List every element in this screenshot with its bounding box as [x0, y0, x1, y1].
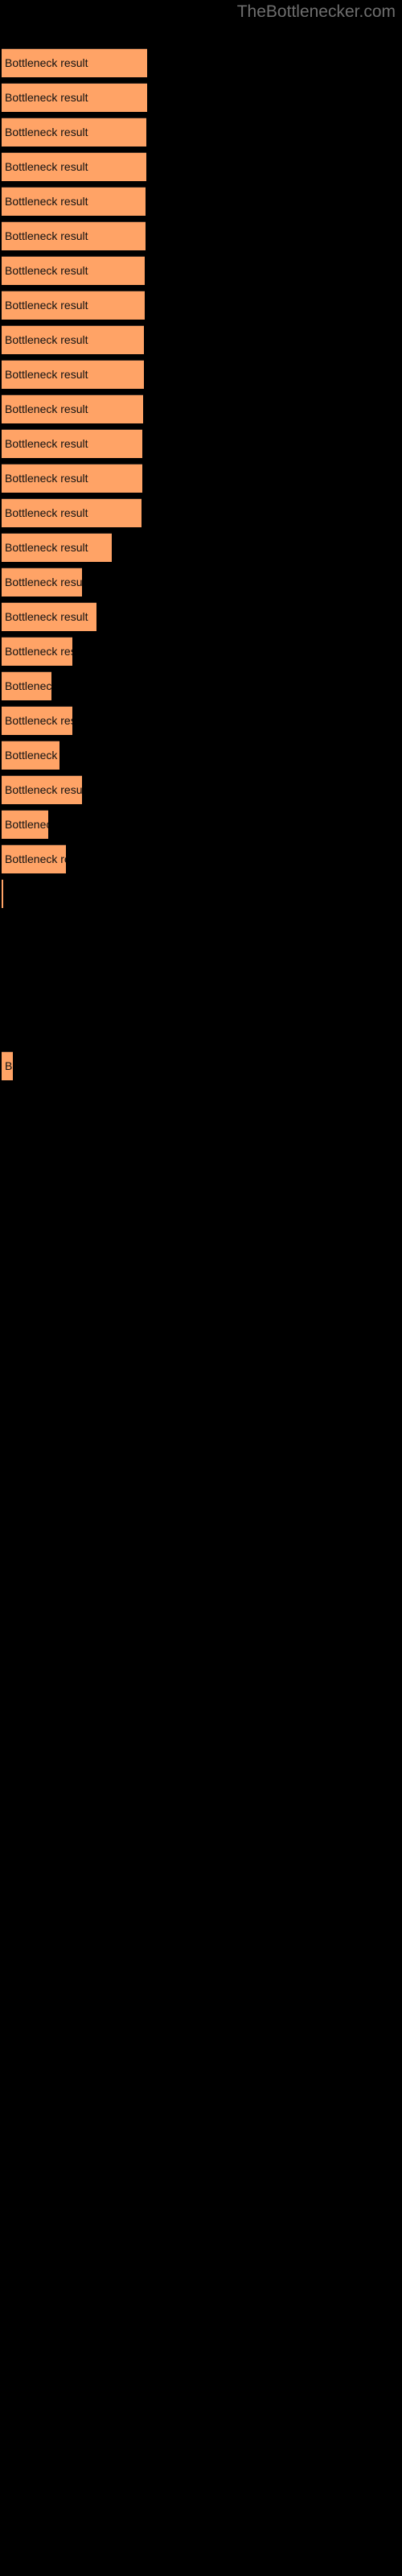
bottleneck-result-bar[interactable]: Bottleneck result: [2, 48, 147, 77]
bar-row: Bottleneck result: [0, 83, 402, 112]
bar-label: Bottleneck result: [5, 783, 82, 796]
bar-label: Bottleneck result: [5, 1059, 13, 1072]
bar-row: Bottleneck result: [0, 221, 402, 250]
bar-row: Bottleneck result: [0, 741, 402, 770]
bar-label: Bottleneck result: [5, 126, 88, 138]
bar-label: Bottleneck result: [5, 714, 72, 727]
bar-label: Bottleneck result: [5, 541, 88, 554]
bar-row: Bottleneck result: [0, 775, 402, 804]
bottleneck-result-bar[interactable]: Bottleneck result: [2, 394, 143, 423]
bar-row: Bottleneck result: [0, 533, 402, 562]
bottleneck-result-bar[interactable]: Bottleneck result: [2, 464, 142, 493]
bar-label: Bottleneck result: [5, 679, 51, 692]
bar-row: Bottleneck result: [0, 1051, 402, 1080]
bar-label: Bottleneck result: [5, 56, 88, 69]
bar-row: Bottleneck result: [0, 879, 402, 908]
bottleneck-result-bar[interactable]: Bottleneck result: [2, 291, 145, 320]
bar-row: Bottleneck result: [0, 48, 402, 77]
bar-row: Bottleneck result: [0, 394, 402, 423]
bar-label: Bottleneck result: [5, 229, 88, 242]
bottleneck-result-bar[interactable]: Bottleneck result: [2, 533, 112, 562]
bar-label: Bottleneck result: [5, 91, 88, 104]
bottleneck-result-bar[interactable]: Bottleneck result: [2, 221, 146, 250]
bar-label: Bottleneck result: [5, 818, 48, 831]
bottleneck-result-bar[interactable]: Bottleneck result: [2, 879, 3, 908]
bar-row: Bottleneck result: [0, 291, 402, 320]
bottleneck-result-bar[interactable]: Bottleneck result: [2, 360, 144, 389]
bottleneck-result-bar[interactable]: Bottleneck result: [2, 187, 146, 216]
bar-label: Bottleneck result: [5, 506, 88, 519]
bottleneck-result-bar[interactable]: Bottleneck result: [2, 1051, 13, 1080]
bar-row: Bottleneck result: [0, 464, 402, 493]
bar-label: Bottleneck result: [5, 472, 88, 485]
bar-row: Bottleneck result: [0, 325, 402, 354]
bottleneck-result-bar[interactable]: Bottleneck result: [2, 775, 82, 804]
bottleneck-result-bar[interactable]: Bottleneck result: [2, 810, 48, 839]
bottleneck-result-bar[interactable]: Bottleneck result: [2, 152, 146, 181]
bar-row: Bottleneck result: [0, 187, 402, 216]
bottleneck-result-bar[interactable]: Bottleneck result: [2, 325, 144, 354]
bar-label: Bottleneck result: [5, 610, 88, 623]
bar-row: Bottleneck result: [0, 118, 402, 147]
bar-row: Bottleneck result: [0, 706, 402, 735]
bottleneck-result-bar[interactable]: Bottleneck result: [2, 741, 59, 770]
bar-row: Bottleneck result: [0, 152, 402, 181]
bottleneck-result-bar[interactable]: Bottleneck result: [2, 429, 142, 458]
bar-row: Bottleneck result: [0, 602, 402, 631]
bar-row: Bottleneck result: [0, 498, 402, 527]
bar-label: Bottleneck result: [5, 299, 88, 312]
bottleneck-result-bar[interactable]: Bottleneck result: [2, 568, 82, 597]
bottleneck-result-bar[interactable]: Bottleneck result: [2, 83, 147, 112]
bar-label: Bottleneck result: [5, 195, 88, 208]
bottleneck-result-bar[interactable]: Bottleneck result: [2, 637, 72, 666]
bar-label: Bottleneck result: [5, 852, 66, 865]
bar-row: Bottleneck result: [0, 844, 402, 873]
bar-label: Bottleneck result: [5, 264, 88, 277]
bar-label: Bottleneck result: [5, 368, 88, 381]
bottleneck-result-bar[interactable]: Bottleneck result: [2, 671, 51, 700]
bar-label: Bottleneck result: [5, 333, 88, 346]
bottleneck-bar-chart: Bottleneck result Bottleneck result Bottle…: [0, 0, 402, 2576]
bar-label: Bottleneck result: [5, 437, 88, 450]
bar-row: Bottleneck result: [0, 671, 402, 700]
page-root: TheBottlenecker.com Bottleneck result Bot…: [0, 0, 402, 2576]
bar-row: Bottleneck result: [0, 360, 402, 389]
bar-row: Bottleneck result: [0, 810, 402, 839]
bar-row: Bottleneck result: [0, 256, 402, 285]
bar-label: Bottleneck result: [5, 749, 59, 762]
bar-row: Bottleneck result: [0, 429, 402, 458]
bottleneck-result-bar[interactable]: Bottleneck result: [2, 256, 145, 285]
bar-row: Bottleneck result: [0, 568, 402, 597]
bar-label: Bottleneck result: [5, 402, 88, 415]
bottleneck-result-bar[interactable]: Bottleneck result: [2, 844, 66, 873]
bar-label: Bottleneck result: [5, 160, 88, 173]
bottleneck-result-bar[interactable]: Bottleneck result: [2, 498, 142, 527]
bar-row: Bottleneck result: [0, 637, 402, 666]
bottleneck-result-bar[interactable]: Bottleneck result: [2, 118, 146, 147]
bottleneck-result-bar[interactable]: Bottleneck result: [2, 602, 96, 631]
bottleneck-result-bar[interactable]: Bottleneck result: [2, 706, 72, 735]
bar-label: Bottleneck result: [5, 645, 72, 658]
bar-label: Bottleneck result: [5, 576, 82, 588]
